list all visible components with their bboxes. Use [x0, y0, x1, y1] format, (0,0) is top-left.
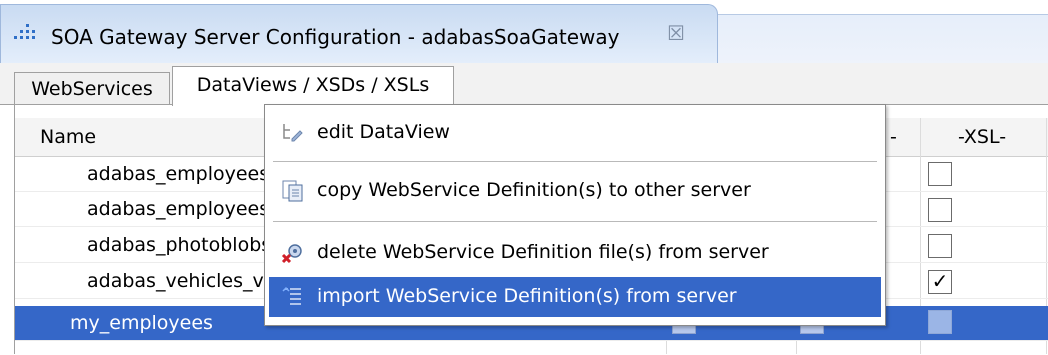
xsl-checkbox[interactable]	[928, 310, 952, 334]
row-name: my_employees	[70, 312, 213, 334]
xsl-checkbox[interactable]	[928, 198, 952, 222]
menu-item-label: delete WebService Definition file(s) fro…	[317, 241, 769, 263]
menu-item-label: edit DataView	[317, 121, 450, 143]
row-name: adabas_employees	[87, 198, 270, 220]
table-row	[15, 340, 1048, 355]
xsl-checkbox-checked[interactable]: ✓	[928, 270, 952, 294]
delete-gear-icon	[281, 244, 302, 264]
row-name: adabas_employees	[87, 163, 270, 185]
editor-tab-bar: SOA Gateway Server Configuration - adaba…	[0, 0, 1048, 64]
tab-dataviews[interactable]: DataViews / XSDs / XSLs	[172, 66, 454, 106]
context-menu: edit DataView copy WebService Definition…	[264, 104, 886, 326]
xsl-checkbox[interactable]	[928, 162, 952, 186]
menu-item-label: copy WebService Definition(s) to other s…	[317, 179, 751, 201]
menu-separator	[273, 161, 877, 165]
editor-tab-bar-fill	[700, 14, 1048, 64]
row-name: adabas_vehicles_v	[87, 270, 264, 292]
dotted-grid-icon	[14, 24, 35, 39]
editor-tab[interactable]: SOA Gateway Server Configuration - adaba…	[0, 4, 718, 64]
menu-separator	[273, 221, 877, 225]
column-header-name[interactable]: Name	[40, 118, 96, 156]
column-header-partial[interactable]: -	[890, 118, 897, 156]
close-icon[interactable]: ☒	[667, 21, 685, 45]
menu-item-label: import WebService Definition(s) from ser…	[317, 285, 737, 307]
row-name: adabas_photoblobs	[87, 234, 272, 256]
xsl-checkbox[interactable]	[928, 234, 952, 258]
menu-item-copy-definition[interactable]: copy WebService Definition(s) to other s…	[269, 171, 881, 211]
menu-item-edit-dataview[interactable]: edit DataView	[269, 113, 881, 153]
menu-item-delete-definition[interactable]: delete WebService Definition file(s) fro…	[269, 233, 881, 273]
tab-webservices[interactable]: WebServices	[14, 72, 170, 105]
editor-title: SOA Gateway Server Configuration - adaba…	[51, 25, 620, 49]
menu-item-import-definition[interactable]: import WebService Definition(s) from ser…	[269, 277, 881, 317]
column-header-xsl[interactable]: -XSL-	[958, 118, 1006, 156]
tree-pencil-icon	[283, 124, 303, 142]
document-copy-icon	[282, 180, 303, 202]
import-list-icon	[282, 286, 301, 305]
